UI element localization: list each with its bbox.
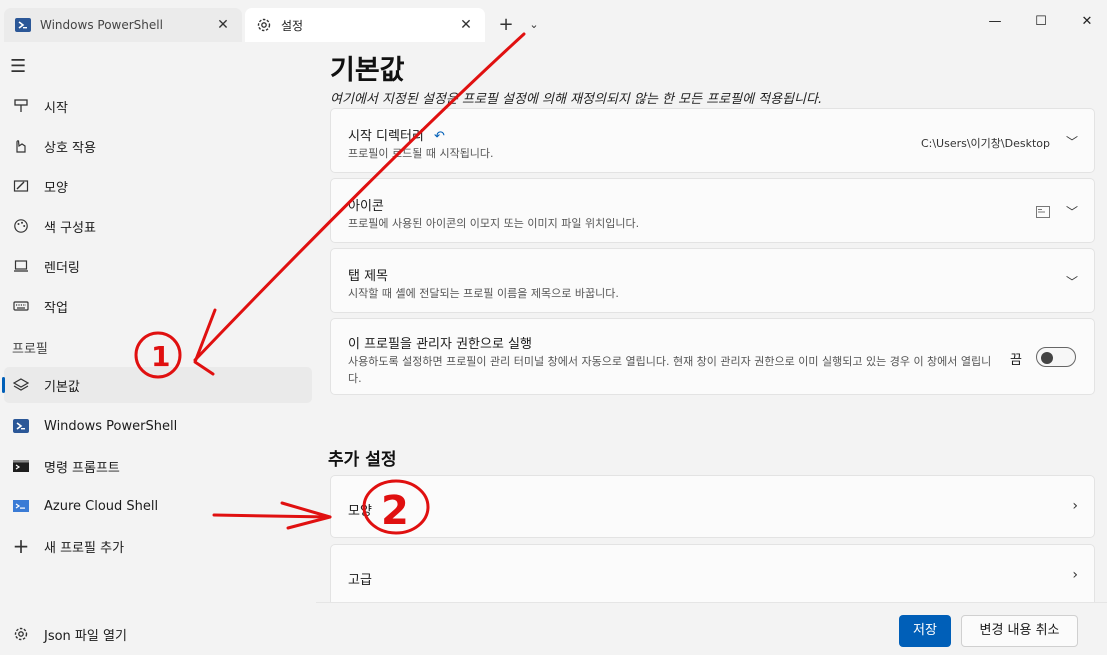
sidebar-item-label: 색 구성표 (44, 220, 96, 236)
sidebar-item-label: Json 파일 열기 (44, 628, 127, 644)
keyboard-icon (12, 297, 30, 315)
sidebar-item-color-schemes[interactable]: 색 구성표 (4, 208, 312, 244)
powershell-icon (12, 417, 30, 435)
footer-bar: 저장 변경 내용 취소 (316, 602, 1107, 655)
sidebar-item-add-profile[interactable]: + 새 프로필 추가 (4, 528, 312, 564)
azure-icon (12, 497, 30, 515)
page-title: 기본값 (330, 55, 405, 86)
page-subtitle: 여기에서 지정된 설정은 프로필 설정에 의해 재정의되지 않는 한 모든 프로… (330, 92, 823, 107)
link-label: 모양 (348, 504, 372, 519)
chevron-right-icon: › (1072, 498, 1078, 514)
sidebar-item-interaction[interactable]: 상호 작용 (4, 128, 312, 164)
palette-icon (12, 217, 30, 235)
sidebar-item-label: 시작 (44, 100, 68, 116)
chevron-down-icon: ﹀ (1065, 135, 1078, 149)
main-content: 기본값 여기에서 지정된 설정은 프로필 설정에 의해 재정의되지 않는 한 모… (316, 42, 1107, 607)
profiles-header: 프로필 (12, 342, 48, 357)
sidebar-item-label: 작업 (44, 300, 68, 316)
sidebar-item-label: 새 프로필 추가 (44, 540, 125, 556)
sidebar-item-label: 명령 프롬프트 (44, 460, 120, 476)
cmd-icon (12, 457, 30, 475)
chevron-down-icon: ﹀ (1065, 205, 1078, 219)
run-as-admin-toggle[interactable] (1036, 347, 1076, 367)
menu-icon[interactable]: ☰ (10, 56, 26, 77)
chevron-right-icon: › (1072, 567, 1078, 583)
sidebar: ☰ 시작 상호 작용 모양 색 구성표 렌더링 작업 프로필 기본값 Windo… (0, 42, 316, 655)
link-label: 고급 (348, 573, 372, 588)
icon-setting[interactable]: 아이콘 프로필에 사용된 아이콘의 이모지 또는 이미지 파일 위치입니다. ﹀ (330, 178, 1095, 243)
setting-title: 탭 제목 (348, 269, 389, 284)
additional-settings-header: 추가 설정 (328, 450, 397, 470)
close-icon[interactable]: ✕ (457, 17, 475, 33)
sidebar-item-command-prompt[interactable]: 명령 프롬프트 (4, 448, 312, 484)
sidebar-item-rendering[interactable]: 렌더링 (4, 248, 312, 284)
run-as-admin-setting: 이 프로필을 관리자 권한으로 실행 사용하도록 설정하면 프로필이 관리 터미… (330, 318, 1095, 395)
tab-title-setting[interactable]: 탭 제목 시작할 때 셸에 전달되는 프로필 이름을 제목으로 바꿉니다. ﹀ (330, 248, 1095, 313)
gear-icon (12, 625, 30, 643)
sidebar-item-azure-cloud-shell[interactable]: Azure Cloud Shell (4, 488, 312, 524)
setting-value: C:\Users\이기창\Desktop (920, 137, 1050, 150)
starting-directory-setting[interactable]: 시작 디렉터리 ↶ 프로필이 로드될 때 시작됩니다. C:\Users\이기창… (330, 108, 1095, 173)
minimize-button[interactable]: — (972, 10, 1018, 34)
chevron-down-icon: ﹀ (1065, 275, 1078, 289)
sidebar-item-label: 기본값 (44, 379, 80, 395)
interaction-icon (12, 137, 30, 155)
chevron-down-icon[interactable]: ⌄ (524, 12, 544, 38)
sidebar-item-label: 렌더링 (44, 260, 80, 276)
setting-title: 이 프로필을 관리자 권한으로 실행 (348, 337, 532, 352)
sidebar-item-windows-powershell[interactable]: Windows PowerShell (4, 408, 312, 444)
open-json-file-button[interactable]: Json 파일 열기 (4, 616, 312, 652)
sidebar-item-start[interactable]: 시작 (4, 88, 312, 124)
selection-indicator (2, 377, 5, 393)
monitor-icon (12, 257, 30, 275)
sidebar-item-appearance[interactable]: 모양 (4, 168, 312, 204)
sidebar-item-label: Windows PowerShell (44, 418, 178, 434)
gear-icon (255, 16, 273, 34)
setting-description: 프로필에 사용된 아이콘의 이모지 또는 이미지 파일 위치입니다. (348, 217, 640, 230)
tab-label: Windows PowerShell (40, 18, 163, 32)
appearance-icon (12, 177, 30, 195)
powershell-icon (14, 16, 32, 34)
setting-description: 시작할 때 셸에 전달되는 프로필 이름을 제목으로 바꿉니다. (348, 287, 619, 300)
plus-icon: + (12, 534, 30, 558)
sidebar-item-actions[interactable]: 작업 (4, 288, 312, 324)
setting-title: 시작 디렉터리 ↶ (348, 129, 445, 144)
discard-changes-button[interactable]: 변경 내용 취소 (961, 615, 1078, 647)
sidebar-item-label: 상호 작용 (44, 140, 96, 156)
advanced-link[interactable]: 고급 › (330, 544, 1095, 607)
tab-settings[interactable]: 설정 ✕ (245, 8, 485, 42)
layers-icon (12, 376, 30, 394)
toggle-knob (1041, 352, 1053, 364)
toggle-state-label: 끔 (1010, 353, 1022, 368)
appearance-link[interactable]: 모양 › (330, 475, 1095, 538)
title-bar: Windows PowerShell ✕ 설정 ✕ + ⌄ — ☐ ✕ (0, 0, 1107, 42)
setting-description: 사용하도록 설정하면 프로필이 관리 터미널 창에서 자동으로 열립니다. 현재… (348, 355, 992, 385)
maximize-button[interactable]: ☐ (1018, 10, 1064, 34)
setting-title: 아이콘 (348, 199, 384, 214)
setting-description: 프로필이 로드될 때 시작됩니다. (348, 147, 494, 160)
sidebar-item-label: Azure Cloud Shell (44, 498, 159, 514)
close-icon[interactable]: ✕ (214, 17, 232, 33)
start-icon (12, 97, 30, 115)
sidebar-item-label: 모양 (44, 180, 68, 196)
new-tab-button[interactable]: + (494, 12, 518, 38)
image-icon (1036, 203, 1050, 222)
tab-windows-powershell[interactable]: Windows PowerShell ✕ (4, 8, 242, 42)
save-button[interactable]: 저장 (899, 615, 951, 647)
tab-label: 설정 (281, 18, 304, 33)
window-close-button[interactable]: ✕ (1064, 10, 1107, 34)
reset-icon[interactable]: ↶ (434, 129, 445, 144)
sidebar-item-defaults[interactable]: 기본값 (2, 367, 312, 403)
